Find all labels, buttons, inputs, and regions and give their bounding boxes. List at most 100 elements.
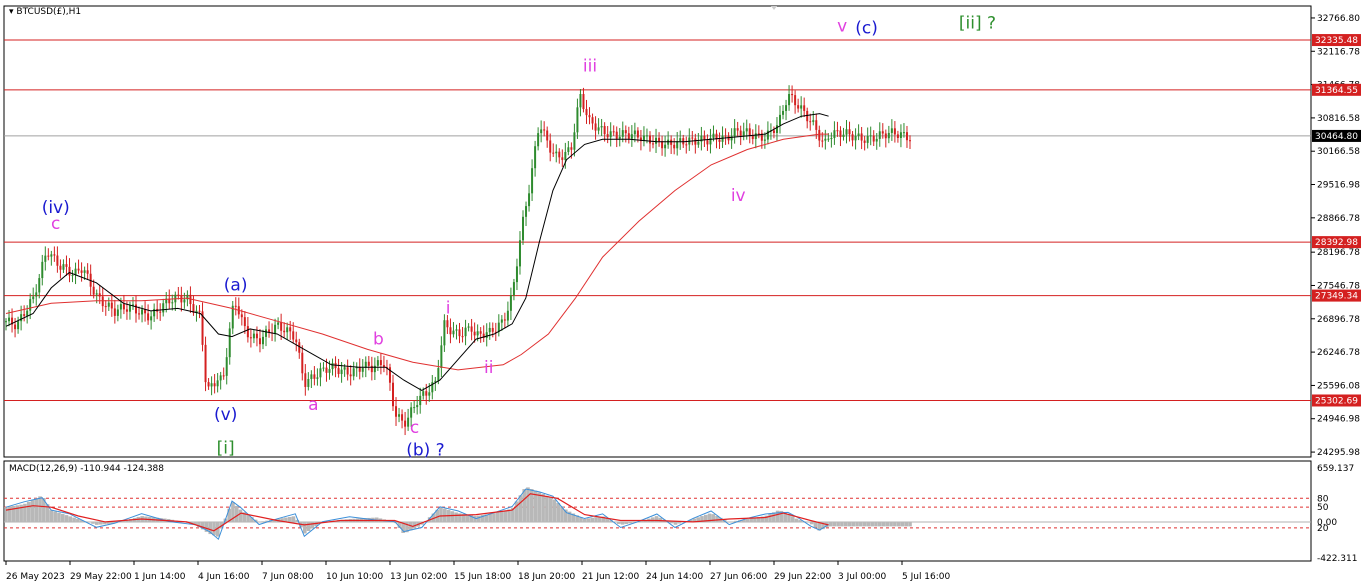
candle-body — [280, 322, 283, 331]
candle-body — [404, 420, 407, 427]
candle-body — [679, 138, 682, 142]
candle-body — [286, 327, 289, 333]
candle-body — [240, 314, 243, 318]
candle-body — [818, 129, 821, 141]
macd-histogram-bar — [91, 521, 95, 524]
candle-body — [68, 266, 71, 276]
candle-body — [17, 321, 20, 330]
candle-body — [255, 333, 258, 339]
candle-body — [534, 146, 537, 169]
candle-body — [228, 328, 231, 358]
candle-body — [141, 309, 144, 315]
candle-body — [788, 93, 791, 106]
candle-body — [367, 361, 370, 366]
macd-histogram-bar — [843, 521, 848, 527]
candle-body — [410, 407, 413, 418]
candle-body — [591, 117, 594, 124]
candle-body — [443, 320, 446, 346]
candle-body — [606, 134, 609, 138]
macd-histogram-bar — [64, 515, 69, 522]
macd-histogram-bar — [450, 511, 455, 522]
candle-body — [652, 143, 655, 145]
candle-body — [518, 240, 521, 267]
price-tick-label: 29516.98 — [1317, 181, 1360, 191]
candle-body — [899, 132, 902, 138]
candle-body — [416, 405, 419, 408]
candle-body — [860, 133, 863, 141]
candle-body — [349, 374, 352, 377]
candle-body — [216, 380, 219, 387]
candle-body — [612, 131, 615, 133]
candle-body — [893, 128, 896, 135]
candle-body — [343, 367, 346, 370]
candle-body — [564, 151, 567, 160]
macd-histogram-bar — [72, 517, 76, 522]
candle-body — [733, 128, 736, 137]
candle-body — [691, 137, 694, 139]
candle-body — [204, 344, 207, 383]
time-tick-label: 4 Jun 16:00 — [198, 572, 250, 582]
macd-histogram-bar — [862, 521, 867, 527]
macd-histogram-bar — [628, 521, 632, 524]
candle-body — [5, 321, 7, 323]
candle-body — [718, 139, 721, 142]
candle-body — [488, 327, 491, 333]
candle-body — [328, 369, 331, 373]
candle-body — [35, 292, 38, 297]
candle-body — [452, 330, 455, 335]
candle-body — [361, 367, 364, 372]
candle-body — [150, 316, 153, 321]
macd-histogram-bar — [212, 521, 216, 536]
macd-histogram-bar — [68, 516, 73, 522]
candle-body — [712, 133, 715, 138]
macd-histogram-bar — [836, 521, 840, 527]
candle-body — [476, 331, 479, 336]
candle-body — [909, 140, 911, 142]
candle-body — [50, 254, 53, 257]
macd-histogram-bar — [809, 521, 814, 525]
chart-root: 32766.8032116.7831466.7830816.5830166.58… — [0, 0, 1366, 588]
candle-body — [65, 264, 68, 267]
candle-body — [645, 135, 648, 137]
candle-body — [812, 120, 815, 122]
candle-body — [757, 133, 760, 135]
candle-body — [277, 322, 280, 325]
candle-body — [8, 317, 11, 322]
candle-body — [827, 138, 830, 140]
macd-histogram-bar — [454, 512, 458, 522]
candle-body — [515, 266, 518, 283]
candle-body — [301, 352, 304, 374]
candle-body — [225, 357, 228, 376]
macd-histogram-bar — [885, 521, 890, 527]
candle-body — [500, 319, 503, 323]
candle-body — [555, 151, 558, 154]
candle-body — [528, 193, 531, 207]
candle-body — [370, 365, 373, 373]
price-tick-label: 25596.08 — [1317, 381, 1360, 391]
candle-body — [325, 367, 328, 373]
macd-histogram-bar — [492, 513, 496, 522]
candle-body — [304, 373, 307, 387]
candle-body — [373, 365, 376, 373]
fast-ma-line — [5, 113, 829, 391]
candle-body — [59, 265, 62, 270]
candle-body — [636, 130, 639, 138]
candle-body — [724, 135, 727, 137]
macd-histogram-bar — [303, 521, 307, 534]
candle-body — [803, 105, 806, 111]
price-tick-label: 24946.98 — [1317, 415, 1360, 425]
candle-body — [742, 131, 745, 136]
price-tick-label: 28866.78 — [1317, 214, 1360, 224]
macd-histogram-bar — [488, 513, 492, 522]
candle-body — [104, 306, 107, 308]
candle-body — [86, 270, 89, 274]
macd-histogram-bar — [806, 521, 810, 523]
candle-body — [234, 305, 237, 307]
symbol-title[interactable]: ▾ BTCUSD(£),H1 — [9, 7, 81, 17]
candle-body — [540, 129, 543, 134]
macd-histogram-bar — [855, 521, 859, 527]
candle-body — [567, 147, 570, 152]
wave-label: [i] — [217, 438, 235, 458]
price-tick-label: 32116.78 — [1317, 47, 1360, 57]
candle-body — [92, 286, 95, 295]
